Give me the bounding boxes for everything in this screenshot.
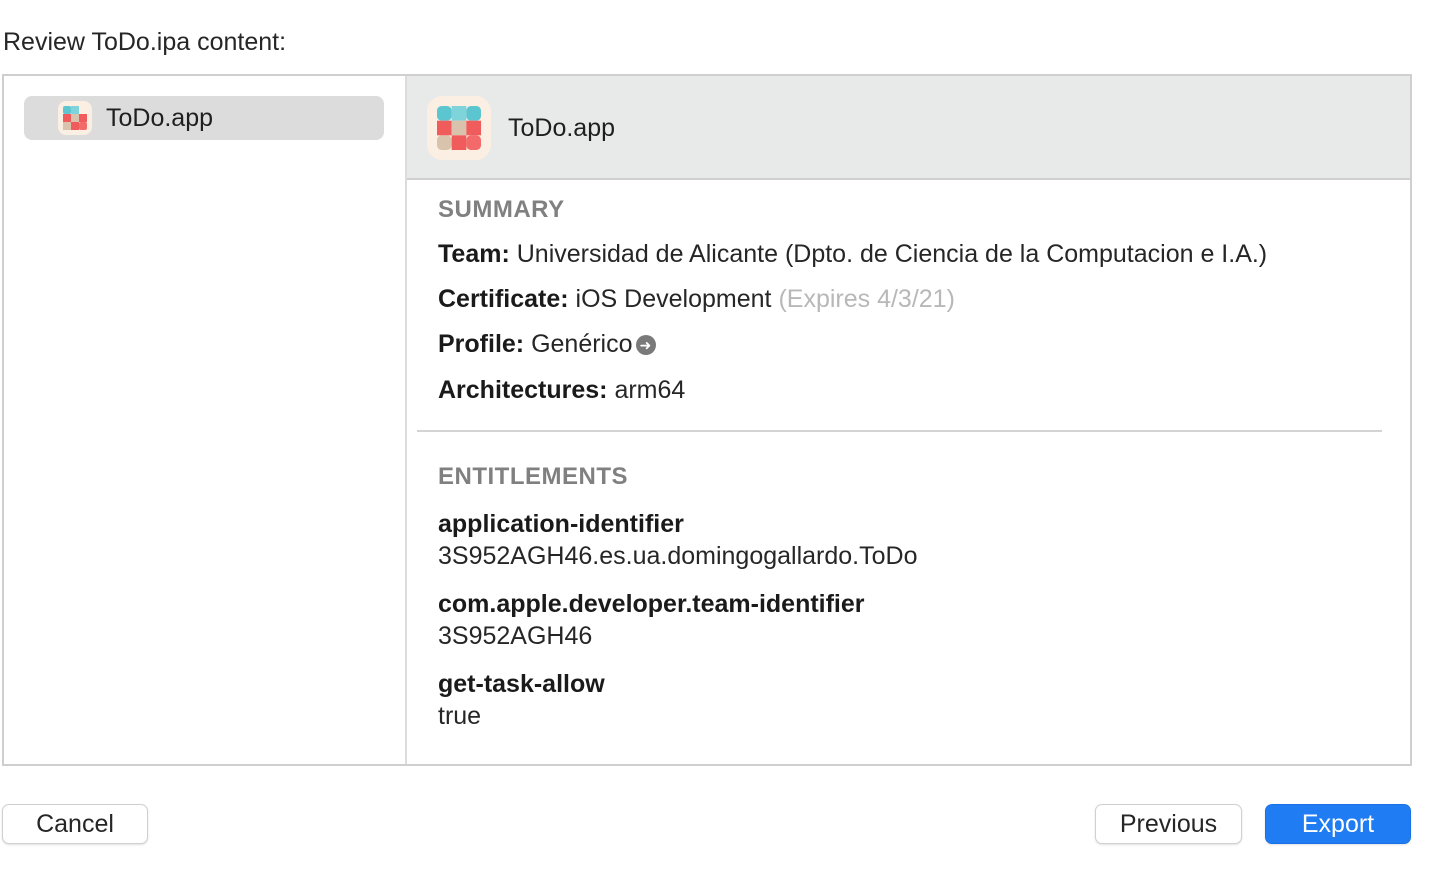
sidebar-item-label: ToDo.app <box>106 103 214 132</box>
architectures-label: Architectures: <box>438 376 608 404</box>
content-frame: ToDo.app ToDo.app SUMMARY Team: Universi… <box>2 74 1412 766</box>
certificate-row: Certificate: iOS Development (Expires 4/… <box>438 285 955 314</box>
team-value: Universidad de Alicante (Dpto. de Cienci… <box>516 240 1268 268</box>
certificate-value: iOS Development <box>575 285 772 313</box>
architectures-value: arm64 <box>614 376 686 404</box>
export-button[interactable]: Export <box>1265 804 1411 844</box>
profile-row: Profile: Genérico ➜ <box>438 330 656 359</box>
section-divider <box>417 430 1382 432</box>
entitlements-section-title: ENTITLEMENTS <box>438 463 628 490</box>
entitlement-key: com.apple.developer.team-identifier <box>438 590 865 618</box>
entitlement-key: get-task-allow <box>438 670 605 698</box>
todo-app-icon <box>427 96 491 160</box>
app-title: ToDo.app <box>508 114 616 142</box>
architectures-row: Architectures: arm64 <box>438 376 685 405</box>
sidebar: ToDo.app <box>4 76 407 764</box>
profile-label: Profile: <box>438 330 525 358</box>
profile-value: Genérico <box>531 330 633 358</box>
team-row: Team: Universidad de Alicante (Dpto. de … <box>438 240 1267 269</box>
certificate-label: Certificate: <box>438 285 569 313</box>
entitlement-value: true <box>438 702 482 730</box>
detail-pane: ToDo.app SUMMARY Team: Universidad de Al… <box>407 76 1410 764</box>
dialog-heading: Review ToDo.ipa content: <box>3 28 287 56</box>
certificate-expiry: (Expires 4/3/21) <box>778 285 955 313</box>
entitlement-key: application-identifier <box>438 510 684 538</box>
arrow-right-circle-icon[interactable]: ➜ <box>635 335 656 355</box>
export-dialog: Review ToDo.ipa content: ToDo.app ToDo.a… <box>0 0 1446 880</box>
entitlement-value: 3S952AGH46.es.ua.domingogallardo.ToDo <box>438 542 918 570</box>
detail-header: ToDo.app <box>407 76 1410 180</box>
previous-button[interactable]: Previous <box>1095 804 1242 844</box>
summary-section-title: SUMMARY <box>438 196 565 223</box>
sidebar-item-todo-app[interactable]: ToDo.app <box>24 96 384 140</box>
entitlement-value: 3S952AGH46 <box>438 622 593 650</box>
team-label: Team: <box>438 240 510 268</box>
cancel-button[interactable]: Cancel <box>2 804 148 844</box>
todo-app-icon <box>58 101 92 135</box>
